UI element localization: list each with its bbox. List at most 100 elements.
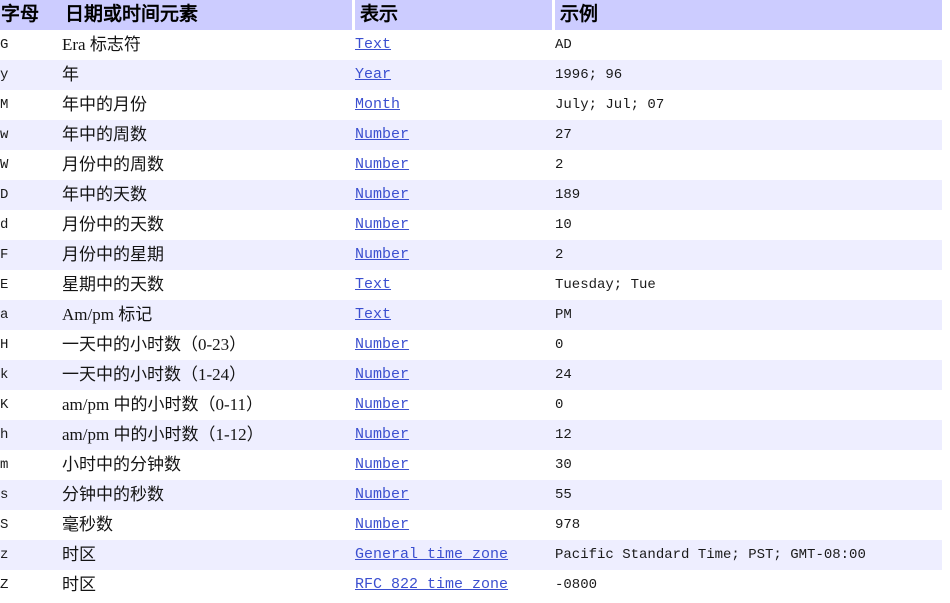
cell-element: 毫秒数 [62, 510, 355, 540]
presentation-link[interactable]: Number [355, 156, 409, 173]
cell-presentation: Year [355, 60, 555, 90]
table-row: z时区General time zone Pacific Standard Tim… [0, 540, 942, 570]
table-body: GEra 标志符TextADy年Year1996; 96M年中的月份MonthJ… [0, 30, 942, 600]
cell-example: 30 [555, 450, 942, 480]
cell-letter: d [0, 210, 62, 240]
cell-example: Pacific Standard Time; PST; GMT-08:00 [555, 540, 942, 570]
cell-element: Am/pm 标记 [62, 300, 355, 330]
presentation-link[interactable]: Text [355, 276, 391, 293]
cell-letter: k [0, 360, 62, 390]
cell-presentation: Number [355, 420, 555, 450]
cell-presentation: Number [355, 150, 555, 180]
cell-element: am/pm 中的小时数（0-11） [62, 390, 355, 420]
presentation-link[interactable]: Number [355, 396, 409, 413]
presentation-link[interactable]: RFC 822 time zone [355, 576, 508, 593]
cell-element: 时区 [62, 540, 355, 570]
cell-example: PM [555, 300, 942, 330]
table-row: Z时区RFC 822 time zone-0800 [0, 570, 942, 600]
table-header-row: 字母 日期或时间元素 表示 示例 [0, 0, 942, 30]
presentation-link[interactable]: Number [355, 126, 409, 143]
cell-example: AD [555, 30, 942, 60]
cell-example: 978 [555, 510, 942, 540]
presentation-link[interactable]: Number [355, 216, 409, 233]
cell-element: 时区 [62, 570, 355, 600]
cell-presentation: Number [355, 330, 555, 360]
table-row: k一天中的小时数（1-24）Number24 [0, 360, 942, 390]
table-row: y年Year1996; 96 [0, 60, 942, 90]
cell-letter: s [0, 480, 62, 510]
cell-letter: m [0, 450, 62, 480]
cell-presentation: Number [355, 360, 555, 390]
cell-letter: D [0, 180, 62, 210]
cell-element: 月份中的天数 [62, 210, 355, 240]
table-row: F月份中的星期Number 2 [0, 240, 942, 270]
table-row: aAm/pm 标记Text PM [0, 300, 942, 330]
table-header: 字母 日期或时间元素 表示 示例 [0, 0, 942, 30]
cell-letter: a [0, 300, 62, 330]
cell-example: 0 [555, 390, 942, 420]
cell-element: 年中的周数 [62, 120, 355, 150]
cell-element: 小时中的分钟数 [62, 450, 355, 480]
cell-presentation: Number [355, 210, 555, 240]
presentation-link[interactable]: Month [355, 96, 400, 113]
table-row: W月份中的周数Number2 [0, 150, 942, 180]
cell-presentation: Number [355, 180, 555, 210]
cell-example: 2 [555, 150, 942, 180]
cell-letter: E [0, 270, 62, 300]
table-row: H一天中的小时数（0-23）Number0 [0, 330, 942, 360]
presentation-link[interactable]: Year [355, 66, 391, 83]
cell-letter: z [0, 540, 62, 570]
presentation-link[interactable]: Number [355, 426, 409, 443]
cell-presentation: RFC 822 time zone [355, 570, 555, 600]
cell-example: 55 [555, 480, 942, 510]
cell-presentation: Number [355, 480, 555, 510]
cell-letter: F [0, 240, 62, 270]
cell-presentation: Text [355, 270, 555, 300]
cell-example: July; Jul; 07 [555, 90, 942, 120]
cell-example: 24 [555, 360, 942, 390]
cell-letter: h [0, 420, 62, 450]
cell-example: 189 [555, 180, 942, 210]
cell-example: 10 [555, 210, 942, 240]
cell-example: 12 [555, 420, 942, 450]
table-row: Kam/pm 中的小时数（0-11）Number 0 [0, 390, 942, 420]
table-row: m小时中的分钟数Number 30 [0, 450, 942, 480]
cell-element: 分钟中的秒数 [62, 480, 355, 510]
cell-letter: G [0, 30, 62, 60]
presentation-link[interactable]: Text [355, 36, 391, 53]
table-row: M年中的月份MonthJuly; Jul; 07 [0, 90, 942, 120]
cell-letter: K [0, 390, 62, 420]
cell-example: Tuesday; Tue [555, 270, 942, 300]
cell-presentation: Number [355, 390, 555, 420]
presentation-link[interactable]: Number [355, 246, 409, 263]
cell-element: Era 标志符 [62, 30, 355, 60]
cell-letter: W [0, 150, 62, 180]
presentation-link[interactable]: Number [355, 486, 409, 503]
cell-example: 2 [555, 240, 942, 270]
date-format-table-container: 字母 日期或时间元素 表示 示例 GEra 标志符TextADy年Year199… [0, 0, 950, 600]
cell-letter: S [0, 510, 62, 540]
cell-element: 年 [62, 60, 355, 90]
presentation-link[interactable]: Number [355, 366, 409, 383]
column-header-example: 示例 [555, 0, 942, 30]
presentation-link[interactable]: General time zone [355, 546, 508, 563]
table-row: ham/pm 中的小时数（1-12）Number12 [0, 420, 942, 450]
column-header-element: 日期或时间元素 [62, 0, 355, 30]
cell-presentation: Text [355, 30, 555, 60]
presentation-link[interactable]: Number [355, 336, 409, 353]
cell-element: 一天中的小时数（0-23） [62, 330, 355, 360]
cell-example: -0800 [555, 570, 942, 600]
table-row: d月份中的天数Number 10 [0, 210, 942, 240]
presentation-link[interactable]: Text [355, 306, 391, 323]
cell-example: 0 [555, 330, 942, 360]
cell-element: 星期中的天数 [62, 270, 355, 300]
table-row: s分钟中的秒数Number 55 [0, 480, 942, 510]
table-row: GEra 标志符Text AD [0, 30, 942, 60]
presentation-link[interactable]: Number [355, 516, 409, 533]
table-row: S毫秒数Number 978 [0, 510, 942, 540]
cell-element: 月份中的星期 [62, 240, 355, 270]
presentation-link[interactable]: Number [355, 456, 409, 473]
cell-presentation: Number [355, 120, 555, 150]
cell-presentation: Month [355, 90, 555, 120]
presentation-link[interactable]: Number [355, 186, 409, 203]
